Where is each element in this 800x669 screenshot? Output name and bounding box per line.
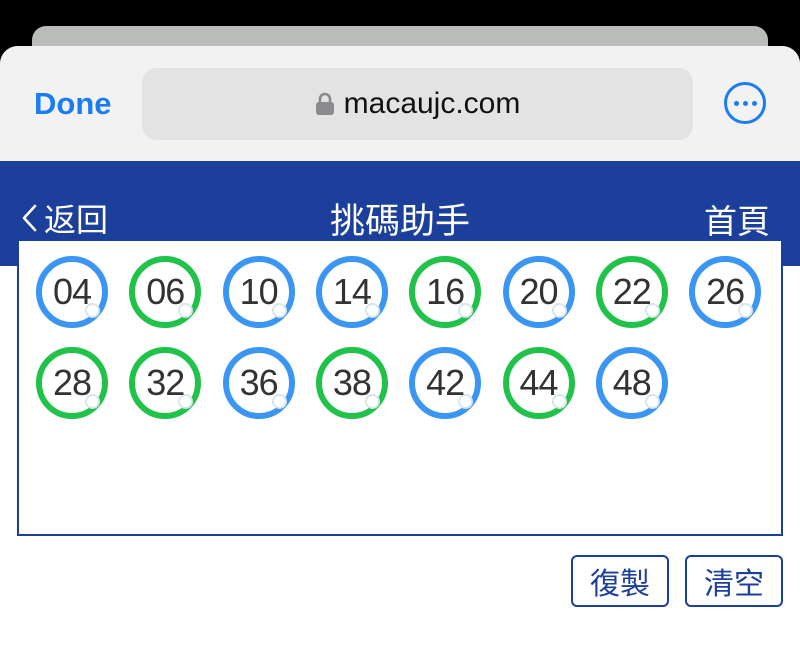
number-ball[interactable]: 22 xyxy=(595,256,668,328)
copy-button[interactable]: 復製 xyxy=(571,555,669,607)
number-ball[interactable]: 32 xyxy=(129,347,202,419)
number-ball[interactable]: 04 xyxy=(36,256,108,328)
ball-number: 36 xyxy=(239,362,279,403)
ball-number: 10 xyxy=(239,271,279,312)
ball-number: 48 xyxy=(612,362,652,403)
ellipsis-circle-icon[interactable] xyxy=(724,82,766,124)
number-ball[interactable]: 06 xyxy=(129,256,202,328)
number-ball[interactable]: 20 xyxy=(502,256,575,328)
ball-number: 42 xyxy=(426,362,465,403)
url-text: macaujc.com xyxy=(343,87,521,120)
number-ball[interactable]: 36 xyxy=(222,347,295,419)
number-ball[interactable]: 38 xyxy=(315,347,388,419)
clear-button[interactable]: 清空 xyxy=(685,555,783,607)
ball-number: 14 xyxy=(332,271,372,312)
ball-number: 32 xyxy=(146,362,185,403)
number-ball[interactable]: 28 xyxy=(36,347,108,419)
lock-icon xyxy=(315,92,334,115)
number-ball[interactable]: 10 xyxy=(222,256,295,328)
ball-number: 20 xyxy=(519,271,558,312)
ball-number: 04 xyxy=(52,271,92,312)
ball-number: 06 xyxy=(146,271,185,312)
ball-number: 38 xyxy=(332,362,372,403)
ball-number: 22 xyxy=(612,271,652,312)
safari-toolbar: Done macaujc.com xyxy=(0,46,800,161)
ball-number: 16 xyxy=(426,271,465,312)
number-ball[interactable]: 42 xyxy=(409,347,482,419)
done-button[interactable]: Done xyxy=(34,86,112,122)
number-ball[interactable]: 16 xyxy=(409,256,482,328)
number-ball[interactable]: 26 xyxy=(689,256,762,328)
number-ball[interactable]: 44 xyxy=(502,347,575,419)
ball-number: 44 xyxy=(519,362,558,403)
page-title: 挑碼助手 xyxy=(329,202,470,241)
home-button[interactable]: 首頁 xyxy=(704,195,770,243)
number-ball[interactable]: 14 xyxy=(315,256,388,328)
number-ball[interactable]: 48 xyxy=(595,347,668,419)
ball-number: 26 xyxy=(706,271,745,312)
address-bar[interactable]: macaujc.com xyxy=(142,68,693,140)
selected-numbers-panel: 04 06 10 14 16 20 22 26 28 32 36 38 42 44 48 xyxy=(17,239,783,536)
ball-number: 28 xyxy=(52,362,92,403)
